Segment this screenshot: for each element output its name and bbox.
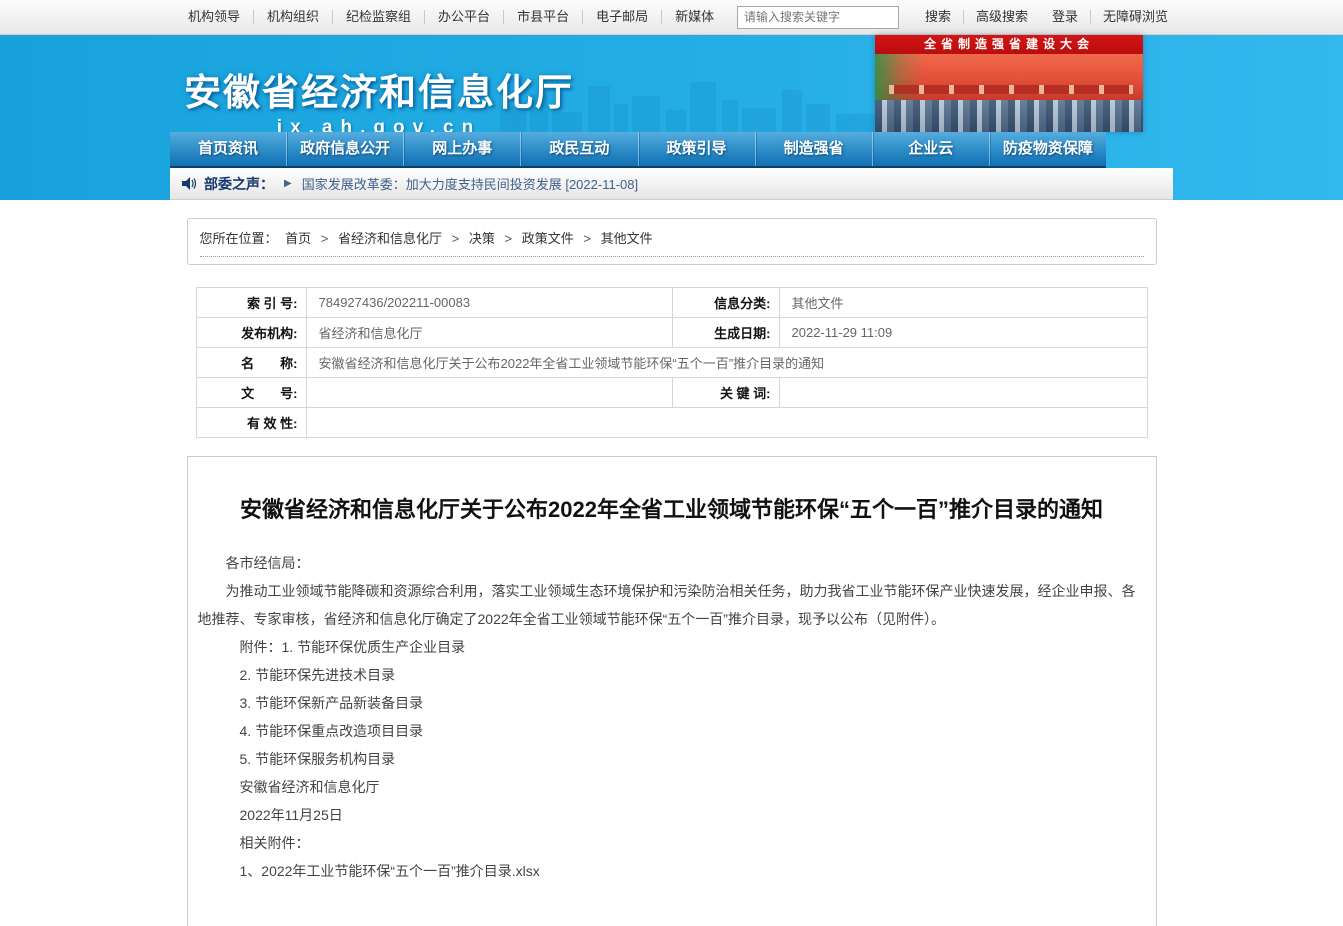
breadcrumb-box: 您所在位置： 首页 > 省经济和信息化厅 > 决策 > 政策文件 > 其他文件 xyxy=(187,218,1157,265)
conference-photo-stage xyxy=(875,54,1143,100)
meta-index-label: 索 引 号: xyxy=(196,288,306,318)
breadcrumb-separator: > xyxy=(321,231,329,246)
table-row: 文 号: 关 键 词: xyxy=(196,378,1147,408)
nav-item-enterprise-cloud[interactable]: 企业云 xyxy=(872,132,989,166)
meta-date-value: 2022-11-29 11:09 xyxy=(779,318,1147,348)
search-input[interactable] xyxy=(737,6,899,29)
dotted-divider xyxy=(200,256,1144,257)
breadcrumb-home[interactable]: 首页 xyxy=(285,231,311,246)
topbar-link-city-platform[interactable]: 市县平台 xyxy=(504,10,583,24)
topbar-link-leadership[interactable]: 机构领导 xyxy=(175,10,254,24)
topbar-link-organization[interactable]: 机构组织 xyxy=(254,10,333,24)
topbar-link-new-media[interactable]: 新媒体 xyxy=(662,10,727,24)
topbar-search-area: 搜索 高级搜索 登录 无障碍浏览 xyxy=(737,6,1180,29)
login-link[interactable]: 登录 xyxy=(1040,10,1090,24)
nav-item-epidemic-supplies[interactable]: 防疫物资保障 xyxy=(989,132,1106,166)
conference-photo-audience xyxy=(875,100,1143,132)
meta-publisher-value: 省经济和信息化厅 xyxy=(306,318,672,348)
breadcrumb-policy-docs[interactable]: 政策文件 xyxy=(522,231,574,246)
table-row: 索 引 号: 784927436/202211-00083 信息分类: 其他文件 xyxy=(196,288,1147,318)
breadcrumb: 您所在位置： 首页 > 省经济和信息化厅 > 决策 > 政策文件 > 其他文件 xyxy=(200,228,1144,247)
meta-name-value: 安徽省经济和信息化厅关于公布2022年全省工业领域节能环保“五个一百”推介目录的… xyxy=(306,348,1147,378)
site-logo[interactable]: 安徽省经济和信息化厅 jx.ah.gov.cn xyxy=(184,62,574,139)
meta-name-label: 名 称: xyxy=(196,348,306,378)
meta-keyword-value xyxy=(779,378,1147,408)
arrow-right-icon: ▶ xyxy=(284,178,292,189)
breadcrumb-decision[interactable]: 决策 xyxy=(469,231,495,246)
article-title: 安徽省经济和信息化厅关于公布2022年全省工业领域节能环保“五个一百”推介目录的… xyxy=(232,493,1112,526)
attachment-list-item: 附件：1. 节能环保优质生产企业目录 xyxy=(198,633,1146,661)
document-meta-table: 索 引 号: 784927436/202211-00083 信息分类: 其他文件… xyxy=(196,287,1148,438)
attachment-list-item: 2. 节能环保先进技术目录 xyxy=(198,661,1146,689)
site-banner: 安徽省经济和信息化厅 jx.ah.gov.cn 全省制造强省建设大会 xyxy=(170,35,1173,132)
meta-docno-value xyxy=(306,378,672,408)
breadcrumb-other-docs[interactable]: 其他文件 xyxy=(601,231,653,246)
ticker-date: [2022-11-08] xyxy=(565,177,638,192)
nav-item-online-services[interactable]: 网上办事 xyxy=(403,132,520,166)
meta-index-value: 784927436/202211-00083 xyxy=(306,288,672,318)
topbar-links: 机构领导 机构组织 纪检监察组 办公平台 市县平台 电子邮局 新媒体 xyxy=(175,10,727,24)
meta-keyword-label: 关 键 词: xyxy=(672,378,779,408)
table-row: 名 称: 安徽省经济和信息化厅关于公布2022年全省工业领域节能环保“五个一百”… xyxy=(196,348,1147,378)
table-row: 发布机构: 省经济和信息化厅 生成日期: 2022-11-29 11:09 xyxy=(196,318,1147,348)
table-row: 有 效 性: xyxy=(196,408,1147,438)
topbar-link-discipline[interactable]: 纪检监察组 xyxy=(333,10,425,24)
nav-item-manufacturing[interactable]: 制造强省 xyxy=(755,132,872,166)
conference-photo-caption: 全省制造强省建设大会 xyxy=(875,35,1143,54)
breadcrumb-separator: > xyxy=(583,231,591,246)
speaker-icon xyxy=(182,177,196,190)
article-box: 安徽省经济和信息化厅关于公布2022年全省工业领域节能环保“五个一百”推介目录的… xyxy=(187,456,1157,926)
attachment-download-link[interactable]: 1、2022年工业节能环保“五个一百”推介目录.xlsx xyxy=(240,863,540,879)
ticker-headline: 国家发展改革委：加大力度支持民间投资发展 xyxy=(302,177,562,192)
article-paragraph: 为推动工业领域节能降碳和资源综合利用，落实工业领域生态环境保护和污染防治相关任务… xyxy=(198,577,1146,633)
attachment-list-item: 4. 节能环保重点改造项目目录 xyxy=(198,717,1146,745)
article-signature: 安徽省经济和信息化厅 xyxy=(198,773,1146,801)
nav-item-interaction[interactable]: 政民互动 xyxy=(520,132,637,166)
site-title: 安徽省经济和信息化厅 xyxy=(184,62,574,116)
top-utility-bar: 机构领导 机构组织 纪检监察组 办公平台 市县平台 电子邮局 新媒体 搜索 高级… xyxy=(0,0,1343,35)
attachment-list-item: 5. 节能环保服务机构目录 xyxy=(198,745,1146,773)
breadcrumb-separator: > xyxy=(452,231,460,246)
article-salutation: 各市经信局： xyxy=(198,549,1146,577)
article-body: 各市经信局： 为推动工业领域节能降碳和资源综合利用，落实工业领域生态环境保护和污… xyxy=(198,549,1146,885)
nav-item-gov-info[interactable]: 政府信息公开 xyxy=(286,132,403,166)
topbar-link-email[interactable]: 电子邮局 xyxy=(583,10,662,24)
article-date: 2022年11月25日 xyxy=(198,801,1146,829)
meta-category-label: 信息分类: xyxy=(672,288,779,318)
nav-item-home-news[interactable]: 首页资讯 xyxy=(170,132,286,166)
meta-publisher-label: 发布机构: xyxy=(196,318,306,348)
breadcrumb-department[interactable]: 省经济和信息化厅 xyxy=(338,231,442,246)
news-ticker: 部委之声： ▶ 国家发展改革委：加大力度支持民间投资发展 [2022-11-08… xyxy=(170,168,1173,200)
conference-photo: 全省制造强省建设大会 xyxy=(875,35,1143,132)
main-area: 您所在位置： 首页 > 省经济和信息化厅 > 决策 > 政策文件 > 其他文件 … xyxy=(0,200,1343,926)
meta-category-value: 其他文件 xyxy=(779,288,1147,318)
main-nav: 首页资讯 政府信息公开 网上办事 政民互动 政策引导 制造强省 企业云 防疫物资… xyxy=(170,132,1106,168)
ticker-label: 部委之声： xyxy=(204,174,274,194)
topbar-link-office-platform[interactable]: 办公平台 xyxy=(425,10,504,24)
meta-date-label: 生成日期: xyxy=(672,318,779,348)
meta-docno-label: 文 号: xyxy=(196,378,306,408)
nav-item-policy-guidance[interactable]: 政策引导 xyxy=(638,132,755,166)
advanced-search-link[interactable]: 高级搜索 xyxy=(964,10,1040,24)
ticker-headline-link[interactable]: 国家发展改革委：加大力度支持民间投资发展 [2022-11-08] xyxy=(302,174,638,193)
accessibility-link[interactable]: 无障碍浏览 xyxy=(1091,10,1180,24)
search-button[interactable]: 搜索 xyxy=(913,10,963,24)
attachment-list-item: 3. 节能环保新产品新装备目录 xyxy=(198,689,1146,717)
breadcrumb-separator: > xyxy=(505,231,513,246)
breadcrumb-prefix: 您所在位置： xyxy=(200,231,278,246)
header-band: 安徽省经济和信息化厅 jx.ah.gov.cn 全省制造强省建设大会 首页资讯 … xyxy=(0,35,1343,200)
meta-validity-value xyxy=(306,408,1147,438)
related-attachments-label: 相关附件： xyxy=(198,829,1146,857)
meta-validity-label: 有 效 性: xyxy=(196,408,306,438)
